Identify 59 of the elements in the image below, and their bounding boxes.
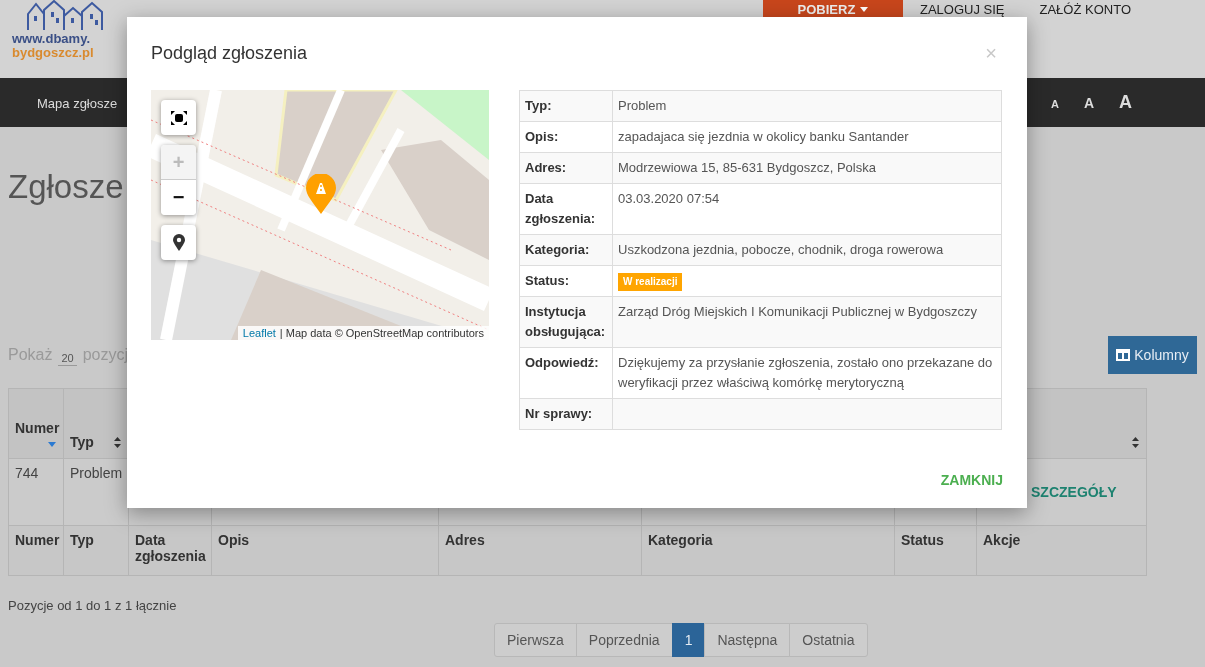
details-link[interactable]: SZCZEGÓŁY <box>1031 484 1117 500</box>
fullscreen-button[interactable] <box>161 100 196 135</box>
column-footer: Opis <box>218 532 250 548</box>
close-button[interactable]: ZAMKNIJ <box>940 468 1003 492</box>
column-footer: Typ <box>70 532 94 548</box>
table-cell: 744 <box>15 465 39 481</box>
page-button[interactable]: Pierwsza <box>494 623 577 657</box>
fullscreen-icon <box>170 110 187 125</box>
columns-button[interactable]: Kolumny <box>1108 336 1197 374</box>
column-footer: Data zgłoszenia <box>135 532 206 564</box>
table-cell: Problem <box>70 465 123 481</box>
detail-label: Kategoria: <box>525 242 590 257</box>
page-length-select[interactable]: 20 <box>58 348 77 366</box>
column-footer: Numer <box>15 532 60 548</box>
column-footer: Kategoria <box>648 532 713 548</box>
location-pin-icon <box>172 234 185 251</box>
page-button[interactable]: Ostatnia <box>789 623 868 657</box>
columns-icon <box>1116 349 1131 361</box>
detail-value: Zarząd Dróg Miejskich I Komunikacji Publicznej w Bydgoszczy <box>618 304 978 319</box>
nav-link[interactable]: Mapa zgłosze <box>37 95 118 111</box>
detail-value: 03.03.2020 07:54 <box>618 191 720 206</box>
detail-value: Problem <box>618 98 667 113</box>
detail-value: Uszkodzona jezdnia, pobocze, chodnik, droga rowerowa <box>618 242 944 257</box>
page-title: Zgłosze <box>8 167 124 207</box>
column-header[interactable]: Numer <box>15 420 60 436</box>
font-size-button[interactable]: A <box>1083 95 1094 111</box>
logo-text: www.dbamy. <box>12 32 90 46</box>
page-button[interactable]: Następna <box>704 623 791 657</box>
column-footer: Akcje <box>983 532 1021 548</box>
detail-value: Modrzewiowa 15, 85-631 Bydgoszcz, Polska <box>618 160 876 175</box>
detail-label: Status: <box>525 273 570 288</box>
detail-label: Adres: <box>525 160 567 175</box>
detail-value: zapadajaca się jezdnia w okolicy banku Santander <box>618 129 909 144</box>
detail-label: Opis: <box>525 129 559 144</box>
header-link[interactable]: ZAŁÓŻ KONTO <box>1039 0 1131 19</box>
column-header[interactable]: Typ <box>70 434 94 450</box>
status-badge: W realizacji <box>618 273 683 291</box>
detail-label: Odpowiedź: <box>525 355 599 370</box>
modal-title: Podgląd zgłoszenia <box>151 43 308 64</box>
attribution-text: | Map data © OpenStreetMap contributors <box>279 327 484 339</box>
map-marker-icon[interactable] <box>306 174 336 214</box>
attribution-link[interactable]: Leaflet <box>242 327 276 339</box>
header-link[interactable]: ZALOGUJ SIĘ <box>919 0 1005 19</box>
detail-label: Instytucja obsługująca: <box>525 304 606 339</box>
locate-button[interactable] <box>161 225 196 260</box>
page-button[interactable]: Poprzednia <box>575 623 673 657</box>
column-footer: Status <box>901 532 944 548</box>
detail-label: Typ: <box>525 98 552 113</box>
column-footer: Adres <box>445 532 485 548</box>
logo-text: bydgoszcz.pl <box>12 46 94 60</box>
page-button[interactable]: 1 <box>671 623 706 657</box>
detail-label: Data zgłoszenia: <box>525 191 596 226</box>
font-size-button[interactable]: A <box>1050 98 1059 110</box>
detail-value: Dziękujemy za przysłanie zgłoszenia, zostało ono przekazane do weryfikacji przez właściwą komórkę merytoryczną <box>618 355 993 390</box>
table-info: Pozycje od 1 do 1 z 1 łącznie <box>8 598 178 613</box>
zoom-out-button[interactable]: − <box>161 180 196 215</box>
font-size-button[interactable]: A <box>1119 92 1132 113</box>
caret-icon <box>860 7 869 12</box>
detail-label: Nr sprawy: <box>525 406 593 421</box>
